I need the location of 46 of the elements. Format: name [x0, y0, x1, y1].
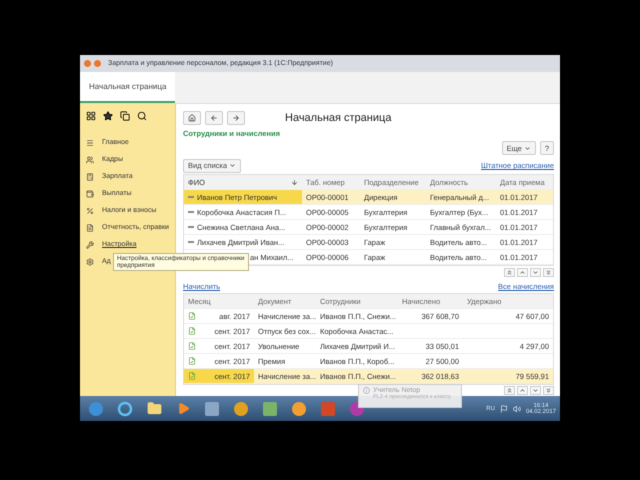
document-icon: [188, 327, 196, 336]
document-icon: [188, 372, 196, 380]
sort-arrow-icon: [291, 178, 298, 186]
scroll-button[interactable]: [504, 386, 515, 396]
search-icon[interactable]: [137, 111, 147, 121]
calculator-icon: [86, 172, 94, 180]
chevron-icon: [545, 387, 552, 394]
pages-icon[interactable]: [120, 111, 130, 121]
scroll-button[interactable]: [530, 386, 541, 396]
back-arrow-icon: [210, 114, 218, 122]
home-icon: [188, 114, 196, 122]
scroll-button[interactable]: [543, 386, 554, 396]
dash-icon: [188, 196, 194, 198]
chevron-icon: [545, 269, 552, 276]
document-icon: [86, 224, 94, 232]
star-icon[interactable]: [103, 111, 113, 121]
forward-arrow-icon: [232, 114, 240, 122]
info-icon: [363, 387, 370, 394]
dash-icon: [188, 211, 194, 214]
back-button[interactable]: [205, 110, 223, 125]
gear-icon: [86, 258, 94, 266]
flag-icon[interactable]: [500, 404, 508, 412]
percent-icon: [86, 206, 94, 214]
chevron-icon: [506, 387, 513, 394]
scroll-button[interactable]: [517, 268, 528, 278]
tab[interactable]: Начальная страница: [80, 72, 176, 103]
forward-button[interactable]: [227, 110, 245, 125]
speaker-icon[interactable]: [512, 404, 521, 412]
document-icon: [188, 342, 196, 350]
page-title: Начальная страница: [285, 112, 392, 124]
wrench-icon: [86, 240, 94, 248]
scroll-button[interactable]: [517, 386, 528, 396]
caret-icon: [524, 144, 531, 152]
dash-icon: [188, 226, 194, 228]
caret-icon: [229, 162, 236, 170]
scroll-button[interactable]: [504, 268, 515, 278]
grid-icon[interactable]: [86, 111, 96, 121]
home-button[interactable]: [183, 110, 201, 125]
wallet-icon: [86, 190, 94, 198]
document-icon: [188, 312, 196, 320]
scroll-button[interactable]: [530, 268, 541, 278]
scroll-button[interactable]: [543, 268, 554, 278]
dash-icon: [188, 241, 194, 244]
chevron-icon: [506, 269, 513, 276]
people-icon: [86, 156, 94, 164]
document-icon: [188, 357, 196, 366]
